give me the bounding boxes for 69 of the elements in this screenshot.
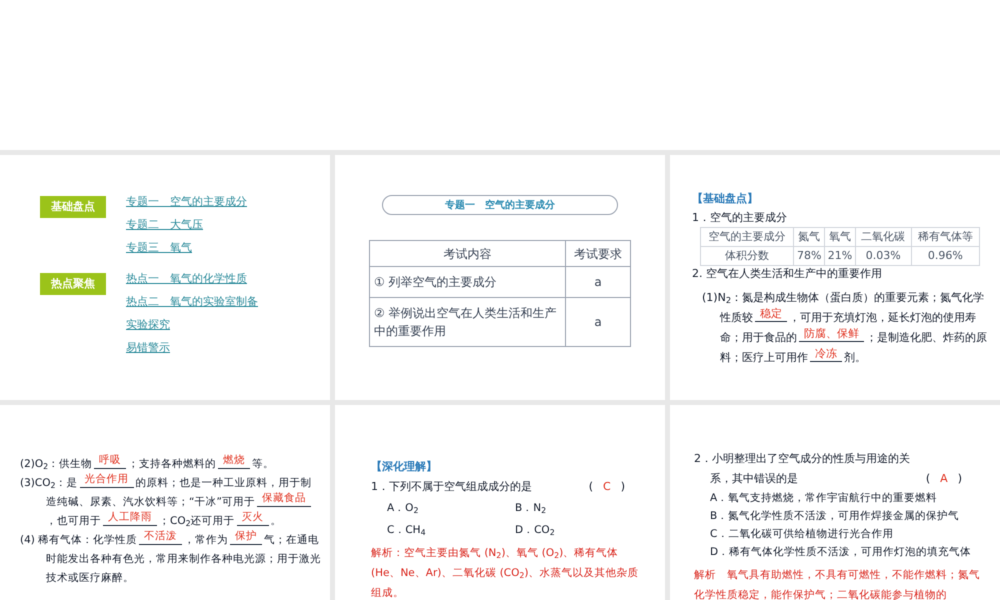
answer-text: A: [940, 471, 948, 487]
option-text: D．CO$_{2}$: [515, 523, 556, 539]
answer-blank: 保护: [230, 529, 262, 545]
column-header: 考试要求: [566, 240, 630, 266]
answer-blank: 燃烧: [218, 453, 250, 469]
question-text: 1．下列不属于空气组成成分的是: [371, 479, 532, 495]
list-heading: 1．空气的主要成分: [692, 210, 788, 226]
table-cell: 78%: [794, 246, 825, 266]
answer-blank: 稳定: [755, 306, 787, 322]
answer-blank: 防腐、保鲜: [799, 326, 864, 342]
title-banner: 专题一 空气的主要成分: [382, 195, 618, 215]
analysis-text: 解析：空气主要由氮气 (N$_{2}$)、氧气 (O$_{2}$)、稀有气体 (He、Ne、Ar)、二氧化碳 (CO$_{2}$)、水蒸气以及其他杂质组成。: [371, 546, 640, 600]
slide-thumbnail[interactable]: 专题一 空气的主要成分 考试内容 考试要求 ① 列举空气的主要成分 a ② 举例说出空气在人类生活和生产中的重要作用 a: [335, 155, 665, 400]
section-heading: 【深化理解】: [371, 459, 438, 475]
option-text: B．氮气化学性质不活泼，可用作焊接金属的保护气: [710, 509, 960, 524]
section-heading: 【基础盘点】: [692, 191, 759, 207]
topic-link[interactable]: 易错警示: [126, 339, 258, 356]
answer-blank: 不活泼: [139, 529, 182, 545]
paragraph: (4) 稀有气体：化学性质 不活泼 ，常作为 保护 气；在通电时能发出各种有色光，常用来制作各种电光源；用于激光技术或医疗麻醉。: [20, 531, 322, 586]
bracket-text: (: [926, 471, 930, 487]
answer-blank: 光合作用: [80, 472, 134, 488]
column-header: 氮气: [794, 228, 825, 246]
option-text: D．稀有气体化学性质不活泼，可用作灯泡的填充气体: [710, 545, 972, 560]
slide-thumbnail[interactable]: 【深化理解】 1．下列不属于空气组成成分的是 ( C ) A．O$_{2}$ B．N$_{2}$ C．CH$_{4}$ D．CO$_{2}$ 解析：空气主要由氮气 (N$_{2}$)、氧气 (O$_{2}$)、稀有气体 (He、Ne、Ar)、二氧化碳 (CO$_{2}$)、水蒸气以及其他杂质组成。: [335, 405, 665, 600]
bracket-text: ): [620, 479, 625, 495]
slide-thumbnail[interactable]: 【基础盘点】 1．空气的主要成分 空气的主要成分 氮气 氧气 二氧化碳 稀有气体等 体积分数 78% 21% 0.03% 0.96% 2. 空气在人类生活和生产中的重要作用 (1)N$_{2}$：氮是构成生物体（蛋白质）的重要元素；氮气化学性质较 稳定 ，可用于充填灯泡，延长灯泡的使用寿命；用于食品的 防腐、保鲜 ；是制造化肥、炸药的原料；医疗上可用作 冷冻 剂。: [670, 155, 1000, 400]
table-cell: 21%: [824, 246, 856, 266]
column-header: 氧气: [824, 228, 856, 246]
slide-thumbnail[interactable]: (2)O$_{2}$：供生物 呼吸 ；支持各种燃料的 燃烧 等。 (3)CO$_{2}$：是 光合作用 的原料；也是一种工业原料，用于制造纯碱、尿素、汽水饮料等；“干冰”可用于 保藏食品 ，也可用于 人工降雨 ；CO$_{2}$还可用于 灭火 。 (4) 稀有气体：化学性质 不活泼 ，常作为 保护 气；在通电时能发出各种有色光，常用来制作各种电光源；用于激光技术或医疗麻醉。: [0, 405, 330, 600]
table-cell: 0.96%: [911, 246, 980, 266]
topic-link[interactable]: 实验探究: [126, 316, 258, 333]
answer-blank: 冷冻: [810, 346, 842, 362]
bracket-text: (: [588, 479, 594, 495]
slide-thumbnail[interactable]: 基础盘点 专题一 空气的主要成分 专题二 大气压 专题三 氧气 热点聚焦 热点一 氧气的化学性质 热点二 氧气的实验室制备 实验探究 易错警示: [0, 155, 330, 400]
answer-blank: 灭火: [236, 510, 269, 526]
option-text: B．N$_{2}$: [515, 501, 548, 517]
paragraph: (3)CO$_{2}$：是 光合作用 的原料；也是一种工业原料，用于制造纯碱、尿素、汽水饮料等；“干冰”可用于 保藏食品 ，也可用于 人工降雨 ；CO$_{2}$还可用于 灭火 。: [20, 474, 312, 530]
topic-link[interactable]: 专题三 氧气: [126, 239, 247, 256]
bracket-text: ): [958, 471, 962, 487]
option-text: A．O$_{2}$: [387, 501, 420, 517]
column-header: 空气的主要成分: [700, 228, 794, 246]
table-cell: ② 举例说出空气在人类生活和生产中的重要作用: [370, 298, 566, 346]
column-header: 考试内容: [370, 240, 566, 266]
answer-blank: 保藏食品: [256, 491, 311, 507]
table-cell: a: [566, 298, 630, 346]
option-text: C．CH$_{4}$: [387, 523, 427, 539]
topic-link[interactable]: 热点二 氧气的实验室制备: [126, 293, 258, 310]
table-cell: 0.03%: [855, 246, 912, 266]
paragraph: (1)N$_{2}$：氮是构成生物体（蛋白质）的重要元素；氮气化学性质较 稳定 ，可用于充填灯泡，延长灯泡的使用寿命；用于食品的 防腐、保鲜 ；是制造化肥、炸药的原料；医疗上可用作 冷冻 剂。: [701, 290, 988, 366]
table-cell: a: [566, 266, 630, 298]
paragraph: (2)O$_{2}$：供生物 呼吸 ；支持各种燃料的 燃烧 等。: [20, 455, 276, 473]
analysis-text: 解析 氧气具有助燃性，不具有可燃性，不能作燃料；氮气化学性质稳定，能作保护气；二氧化碳能参与植物的: [694, 568, 980, 600]
column-header: 二氧化碳: [855, 228, 912, 246]
section-tag: 热点聚焦: [40, 273, 106, 295]
section-tag: 基础盘点: [40, 196, 106, 218]
topic-link[interactable]: 专题二 大气压: [126, 216, 247, 233]
option-text: C．二氧化碳可供给植物进行光合作用: [710, 527, 894, 542]
topic-link[interactable]: 专题一 空气的主要成分: [126, 193, 247, 210]
topic-link[interactable]: 热点一 氧气的化学性质: [126, 270, 258, 287]
list-heading: 2. 空气在人类生活和生产中的重要作用: [692, 266, 883, 282]
table-cell: ① 列举空气的主要成分: [370, 266, 566, 298]
answer-text: C: [603, 479, 611, 495]
option-text: A．氧气支持燃烧，常作宇宙航行中的重要燃料: [710, 491, 938, 506]
question-text: 2．小明整理出了空气成分的性质与用途的关系，其中错误的是: [694, 451, 911, 487]
answer-blank: 呼吸: [94, 453, 126, 469]
answer-blank: 人工降雨: [103, 510, 157, 526]
column-header: 稀有气体等: [911, 228, 980, 246]
slide-thumbnail[interactable]: 2．小明整理出了空气成分的性质与用途的关系，其中错误的是 ( A ) A．氧气支持燃烧，常作宇宙航行中的重要燃料 B．氮气化学性质不活泼，可用作焊接金属的保护气 C．二氧化碳可供给植物进行光合作用 D．稀有气体化学性质不活泼，可用作灯泡的填充气体 解析 氧气具有助燃性，不具有可燃性，不能作燃料；氮气化学性质稳定，能作保护气；二氧化碳能参与植物的: [670, 405, 1000, 600]
table-cell: 体积分数: [700, 246, 794, 266]
